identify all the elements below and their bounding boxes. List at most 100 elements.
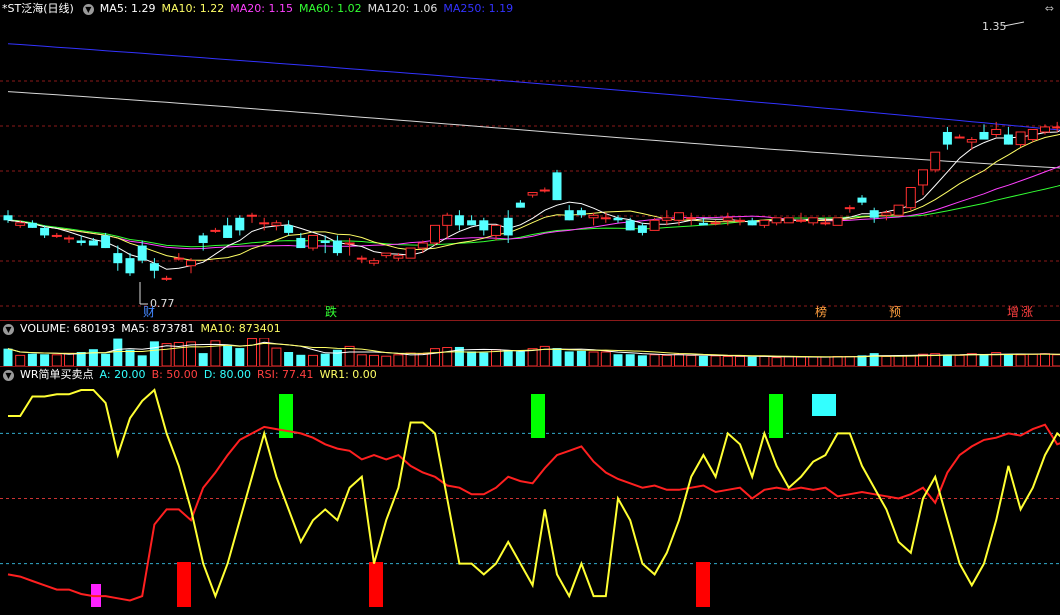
candle-body — [759, 219, 770, 226]
volume-bar — [296, 354, 306, 366]
wr-param-a: A: 20.00 — [99, 368, 146, 381]
volume-bar — [417, 353, 428, 366]
candle-body — [698, 222, 708, 226]
volume-bar — [308, 354, 318, 366]
candle-body — [832, 217, 843, 226]
candle-body — [735, 219, 745, 222]
volume-bar — [625, 354, 635, 366]
ma120-line — [7, 91, 1060, 169]
candle-body — [344, 242, 355, 245]
candle-body — [637, 225, 647, 233]
candle-body — [576, 210, 586, 216]
candlestick-chart: 1.350.77财跌榜预增涨 — [0, 20, 1060, 319]
candle-body — [235, 217, 245, 231]
volume-bar — [674, 353, 684, 366]
volume-title: VOLUME: 680193 — [20, 322, 116, 335]
candle-body — [881, 212, 892, 216]
candle-body — [1052, 126, 1060, 129]
candle-body — [393, 255, 404, 259]
event-marker: 预 — [889, 305, 901, 319]
volume-bar — [503, 350, 513, 366]
candle-body — [113, 253, 123, 264]
candle-body — [198, 235, 208, 244]
wr-title: WR简单买卖点 — [20, 368, 94, 381]
volume-bar — [942, 354, 952, 366]
candle-body — [503, 217, 513, 236]
ma250-label: MA250: 1.19 — [443, 2, 514, 15]
candle-body — [783, 217, 794, 224]
candle-body — [101, 235, 111, 249]
signal-bar — [769, 394, 783, 438]
candle-body — [430, 224, 440, 244]
candle-body — [808, 217, 819, 224]
candle-body — [332, 240, 342, 254]
volume-bar — [393, 354, 404, 366]
signal-bar — [812, 394, 836, 416]
ma10-label: MA10: 1.22 — [161, 2, 225, 15]
volume-bar — [552, 348, 562, 366]
volume-bar — [125, 349, 135, 366]
volume-bar — [564, 351, 574, 366]
signal-bar — [531, 394, 545, 438]
candle-body — [710, 222, 721, 225]
candle-body — [454, 215, 464, 226]
chevron-down-icon[interactable]: ▼ — [3, 369, 14, 381]
volume-bar — [759, 355, 770, 366]
chevron-down-icon[interactable]: ▼ — [3, 323, 14, 335]
volume-bar — [198, 353, 208, 366]
ma120-label: MA120: 1.06 — [367, 2, 438, 15]
volume-bar — [223, 345, 233, 366]
candle-body — [186, 260, 196, 267]
candle-body — [88, 240, 98, 246]
candle-body — [296, 237, 306, 249]
candle-body — [381, 252, 392, 257]
volume-bar — [344, 345, 355, 366]
candle-body — [271, 222, 282, 226]
candle-body — [674, 212, 684, 221]
candle-body — [844, 207, 855, 210]
double-chevron-icon[interactable]: ⇔ — [1045, 2, 1054, 15]
volume-bar — [783, 356, 794, 366]
candle-body — [1027, 128, 1038, 141]
volume-bar — [771, 357, 782, 366]
volume-bar — [637, 355, 647, 366]
wr-param-rsi: RSI: 77.41 — [256, 368, 314, 381]
volume-bar — [954, 354, 965, 366]
volume-bar — [710, 355, 721, 366]
wr-indicator-chart — [0, 388, 1060, 607]
ma20-label: MA20: 1.15 — [230, 2, 293, 15]
candle-body — [930, 151, 941, 171]
ma5-line — [7, 130, 1060, 270]
volume-bar — [747, 356, 757, 366]
volume-bar — [1027, 353, 1038, 366]
volume-bar — [479, 352, 489, 366]
candle-body — [320, 240, 330, 244]
candle-body — [893, 204, 904, 216]
volume-bar — [686, 354, 697, 366]
chevron-down-icon[interactable]: ▼ — [82, 3, 94, 15]
candle-body — [76, 240, 86, 244]
candle-body — [869, 210, 879, 218]
candle-body — [539, 189, 550, 192]
volume-bar — [527, 348, 538, 366]
candle-body — [527, 192, 538, 196]
volume-bar — [235, 348, 245, 366]
ma60-label: MA60: 1.02 — [298, 2, 362, 15]
volume-bar — [905, 355, 916, 366]
volume-bar — [332, 349, 342, 366]
volume-bar — [820, 356, 831, 366]
wr-param-wr1: WR1: 0.00 — [319, 368, 377, 381]
candle-body — [747, 220, 757, 226]
candle-body — [857, 197, 867, 203]
candle-body — [40, 227, 50, 236]
volume-bar — [661, 354, 672, 366]
volume-bar — [844, 355, 855, 366]
ma250-line — [7, 43, 1060, 131]
wr-param-d: D: 80.00 — [203, 368, 251, 381]
volume-bar — [467, 351, 477, 366]
stock-chart-window: *ST泛海(日线) ▼ MA5: 1.29 MA10: 1.22 MA20: 1… — [0, 0, 1060, 615]
candle-body — [771, 217, 782, 224]
candle-body — [1003, 134, 1013, 145]
candle-body — [27, 222, 37, 228]
candle-body — [405, 247, 416, 259]
